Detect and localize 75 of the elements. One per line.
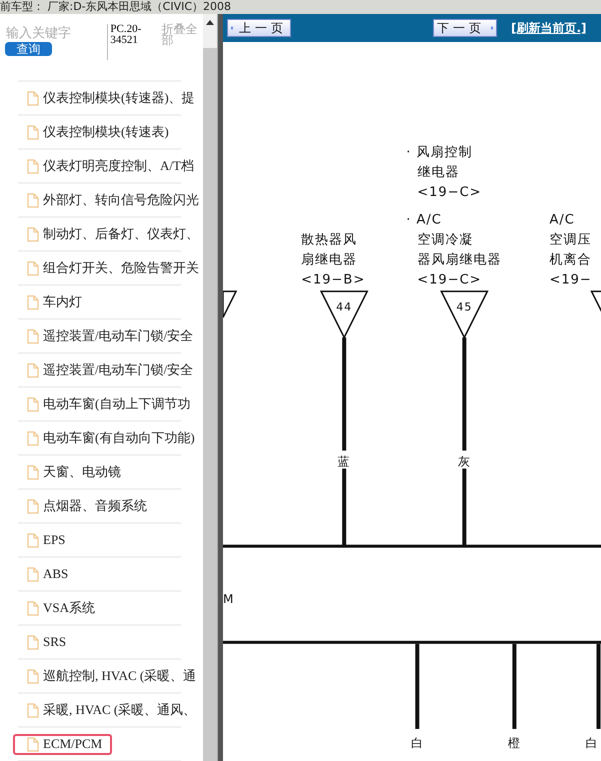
tree-item[interactable]: 电动车窗(有自动向下功能): [18, 428, 195, 448]
scroll-up-icon: [206, 20, 214, 25]
document-icon: [27, 192, 39, 208]
document-icon: [27, 464, 39, 480]
document-icon: [27, 702, 39, 718]
document-icon: [27, 668, 39, 684]
tree-item[interactable]: ABS: [18, 564, 68, 584]
refresh-page-link[interactable]: [刷新当前页.]: [511, 20, 587, 36]
tree-item[interactable]: 遥控装置/电动车门锁/安全: [18, 360, 194, 380]
relay-label: · 风扇控制: [406, 145, 473, 160]
previous-page-button[interactable]: 上一页: [227, 19, 291, 37]
document-icon: [27, 566, 39, 582]
document-icon: [27, 532, 39, 548]
connector-label: <19−C>: [417, 272, 482, 288]
tree-item[interactable]: 点烟器、音频系统: [18, 496, 147, 516]
pin-number: 45: [456, 300, 472, 314]
tree-item[interactable]: 车内灯: [18, 292, 82, 312]
wire-color-label: 白: [410, 736, 424, 750]
tree-item[interactable]: 组合灯开关、危险告警开关: [18, 258, 199, 278]
pin-number: 44: [336, 300, 352, 314]
wire-color-label: 橙: [508, 736, 521, 750]
tree-item[interactable]: 电动车窗(自动上下调节功: [18, 394, 190, 414]
connector-triangle: [223, 290, 238, 318]
relay-label: <19−C>: [417, 185, 482, 200]
document-icon: [27, 600, 39, 616]
connector-triangle: [320, 290, 368, 340]
connector-label: 散热器风: [301, 232, 358, 248]
document-icon: [27, 634, 39, 650]
connector-label: 机离合: [549, 252, 592, 268]
tree-item[interactable]: 巡航控制, HVAC (采暖、通: [18, 666, 196, 686]
document-icon: [27, 294, 39, 310]
document-icon: [27, 90, 39, 106]
tree-item[interactable]: 制动灯、后备灯、仪表灯、: [18, 224, 199, 244]
tree-item[interactable]: 外部灯、转向信号危险闪光: [18, 190, 199, 210]
connector-label: 空调压: [549, 232, 592, 248]
connector-triangle: [590, 290, 601, 314]
document-code: PC.20-34521: [107, 24, 156, 60]
document-icon: [27, 362, 39, 378]
query-button[interactable]: 查询: [5, 42, 52, 56]
tree-item[interactable]: 采暖, HVAC (采暖、通风、: [18, 700, 196, 720]
tree-item[interactable]: ECM/PCM: [13, 734, 112, 754]
wire-color-label: 白: [586, 736, 599, 750]
document-icon: [27, 260, 39, 276]
connector-label: <19−: [549, 272, 592, 288]
document-icon: [27, 498, 39, 514]
connector-label: 空调冷凝: [417, 232, 474, 248]
document-icon: [27, 124, 39, 140]
document-icon: [27, 158, 39, 174]
scrollbar[interactable]: [203, 14, 217, 761]
connector-label: A/C: [549, 212, 575, 228]
next-page-button[interactable]: 下一页: [433, 19, 497, 37]
document-icon: [27, 736, 39, 752]
document-icon: [27, 226, 39, 242]
tree-item[interactable]: 遥控装置/电动车门锁/安全: [18, 326, 194, 346]
wire-color-label: 灰: [458, 454, 471, 469]
tree-item[interactable]: 仪表控制模块(转速器)、提: [18, 88, 195, 108]
keyword-search-field[interactable]: 输入关键字: [5, 24, 99, 40]
connector-triangle: [440, 290, 489, 340]
tree-item[interactable]: SRS: [18, 632, 66, 652]
side-label: M: [223, 592, 234, 606]
tree-item[interactable]: VSA系统: [18, 598, 96, 618]
tree-item[interactable]: 天窗、电动镜: [18, 462, 121, 482]
connector-label: 器风扇继电器: [417, 252, 502, 268]
document-icon: [27, 396, 39, 412]
document-icon: [27, 328, 39, 344]
connector-label: <19−B>: [301, 272, 366, 288]
document-icon: [27, 430, 39, 446]
tree-item[interactable]: EPS: [18, 530, 66, 550]
tree-item[interactable]: 仪表灯明亮度控制、A/T档: [18, 156, 194, 176]
connector-label: · A/C: [406, 212, 442, 228]
relay-label: 继电器: [417, 165, 460, 180]
vehicle-info: 前车型： 厂家:D-东风本田思域（CIVIC）2008: [0, 0, 232, 14]
tree-item[interactable]: 仪表控制模块(转速表): [18, 122, 169, 142]
wire-color-label: 蓝: [338, 454, 351, 469]
connector-label: 扇继电器: [301, 252, 358, 268]
